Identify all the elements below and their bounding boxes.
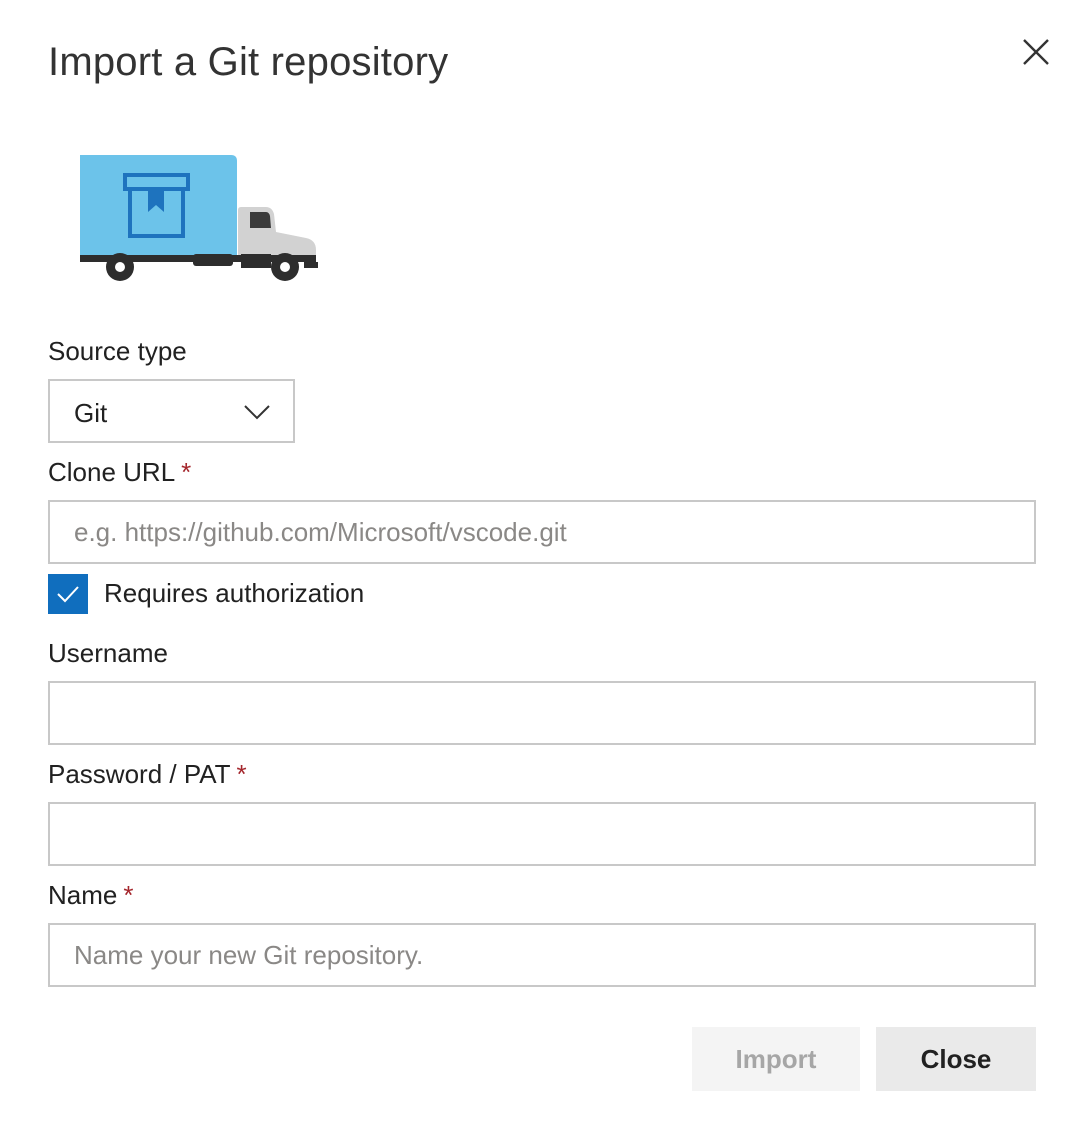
name-label: Name * [48, 880, 133, 911]
import-button[interactable]: Import [692, 1027, 860, 1091]
clone-url-label: Clone URL * [48, 457, 191, 488]
username-label: Username [48, 638, 168, 669]
required-marker: * [181, 457, 192, 487]
repository-name-input[interactable] [48, 923, 1036, 987]
name-label-text: Name [48, 880, 118, 910]
required-marker: * [123, 880, 134, 910]
clone-url-input[interactable] [48, 500, 1036, 564]
import-repository-dialog: Import a Git repository Source type Git … [0, 0, 1083, 1122]
password-label: Password / PAT * [48, 759, 247, 790]
source-type-label-text: Source type [48, 336, 187, 366]
clone-url-label-text: Clone URL [48, 457, 176, 487]
close-button[interactable]: Close [876, 1027, 1036, 1091]
password-input[interactable] [48, 802, 1036, 866]
close-icon[interactable] [1018, 34, 1054, 70]
source-type-label: Source type [48, 336, 187, 367]
username-label-text: Username [48, 638, 168, 668]
requires-authorization-label[interactable]: Requires authorization [104, 578, 364, 609]
moving-truck-illustration [78, 150, 322, 286]
source-type-value: Git [74, 398, 108, 428]
password-label-text: Password / PAT [48, 759, 231, 789]
source-type-dropdown[interactable]: Git [48, 379, 295, 443]
username-input[interactable] [48, 681, 1036, 745]
requires-authorization-checkbox[interactable] [48, 574, 88, 614]
required-marker: * [236, 759, 247, 789]
chevron-down-icon [243, 401, 271, 421]
checkmark-icon [57, 586, 79, 603]
dialog-title: Import a Git repository [48, 40, 449, 84]
